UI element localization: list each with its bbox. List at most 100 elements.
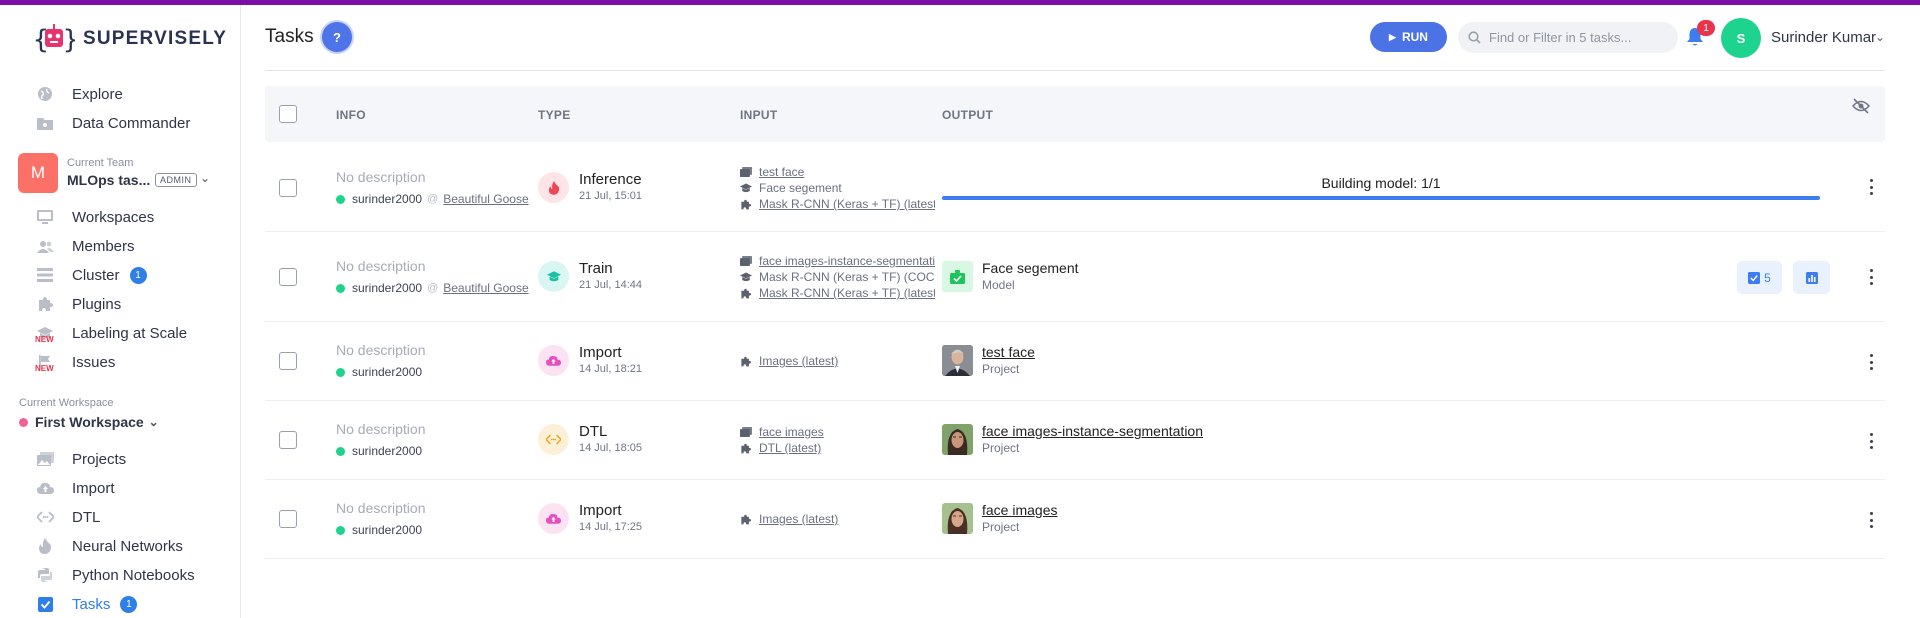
- session-link[interactable]: Beautiful Goose: [443, 192, 528, 206]
- input-link[interactable]: test face: [759, 165, 804, 179]
- sidebar-item-cluster[interactable]: Cluster 1: [36, 263, 147, 287]
- sidebar-item-tasks[interactable]: Tasks 1: [36, 592, 138, 616]
- search-input[interactable]: [1489, 30, 1659, 45]
- sidebar-item-label: Tasks: [72, 595, 111, 613]
- checkpoints-button[interactable]: 5: [1737, 261, 1782, 294]
- column-header-type[interactable]: TYPE: [538, 108, 571, 122]
- input-link[interactable]: Mask R-CNN (Keras + TF) (latest): [759, 286, 935, 300]
- logo[interactable]: { } SUPERVISELY: [33, 21, 227, 57]
- task-type: Import: [579, 502, 622, 519]
- folder-icon: [36, 114, 54, 132]
- output-link[interactable]: face images: [982, 502, 1057, 518]
- sidebar-item-explore[interactable]: Explore: [36, 82, 123, 106]
- robot-logo-icon: { }: [33, 21, 79, 57]
- input-link[interactable]: face images-instance-segmentation: [759, 254, 935, 268]
- checkbox-icon: [36, 595, 54, 613]
- input-item[interactable]: face images: [740, 424, 935, 440]
- code-icon: [538, 424, 569, 455]
- more-menu-icon[interactable]: [1868, 512, 1874, 528]
- row-checkbox[interactable]: [279, 510, 297, 528]
- cloud-upload-icon: [538, 503, 569, 534]
- select-all-checkbox[interactable]: [279, 105, 297, 123]
- monitor-icon: [36, 208, 54, 226]
- chart-button[interactable]: [1793, 261, 1830, 294]
- sidebar-item-plugins[interactable]: Plugins: [36, 292, 121, 316]
- more-menu-icon[interactable]: [1868, 433, 1874, 449]
- output-link[interactable]: test face: [982, 344, 1035, 360]
- session-link[interactable]: Beautiful Goose: [443, 281, 528, 295]
- sidebar-item-label: DTL: [72, 508, 101, 526]
- code-icon: [36, 508, 54, 526]
- output-link[interactable]: face images-instance-segmentation: [982, 423, 1203, 439]
- input-item[interactable]: test face: [740, 164, 935, 180]
- flag-icon: NEW: [35, 353, 54, 373]
- input-item[interactable]: Mask R-CNN (Keras + TF) (latest): [740, 285, 935, 301]
- run-button[interactable]: ▶ RUN: [1370, 22, 1447, 52]
- search-box[interactable]: [1458, 22, 1678, 53]
- user-name[interactable]: Surinder Kumar: [1771, 29, 1876, 46]
- input-link[interactable]: Images (latest): [759, 512, 838, 526]
- graduation-cap-icon: [538, 261, 569, 292]
- sidebar-item-projects[interactable]: Projects: [36, 447, 126, 471]
- more-menu-icon[interactable]: [1868, 179, 1874, 195]
- checkpoints-count: 5: [1764, 270, 1771, 285]
- notification-badge: 1: [1697, 20, 1715, 36]
- build-progress: Building model: 1/1: [942, 143, 1820, 232]
- chevron-down-icon[interactable]: ⌄: [1875, 30, 1885, 44]
- output-type: Project: [982, 520, 1020, 534]
- sidebar-item-labeling-at-scale[interactable]: NEW Labeling at Scale: [35, 321, 187, 345]
- row-checkbox[interactable]: [279, 352, 297, 370]
- cloud-upload-icon: [538, 345, 569, 376]
- fire-icon: [538, 172, 569, 203]
- user-name: surinder2000: [352, 444, 423, 458]
- sidebar-item-label: Import: [72, 479, 115, 497]
- input-item: Face segement: [740, 180, 935, 196]
- team-switcher[interactable]: M Current Team MLOps tas... ADMIN ⌄: [18, 153, 238, 195]
- task-description: No description: [336, 500, 426, 516]
- column-header-input[interactable]: INPUT: [740, 108, 778, 122]
- sidebar-item-import[interactable]: Import: [36, 476, 115, 500]
- workspace-switcher[interactable]: First Workspace ⌄: [19, 414, 159, 430]
- new-tag: NEW: [35, 335, 54, 344]
- status-dot: [336, 367, 345, 377]
- row-checkbox[interactable]: [279, 179, 297, 197]
- sidebar-item-data-commander[interactable]: Data Commander: [36, 111, 190, 135]
- avatar[interactable]: S: [1721, 18, 1761, 58]
- project-thumbnail: [942, 424, 973, 455]
- table-row[interactable]: No description surinder2000 Import 14 Ju…: [265, 323, 1885, 401]
- column-header-output[interactable]: OUTPUT: [942, 108, 993, 122]
- hide-columns-icon[interactable]: [1851, 98, 1872, 118]
- sidebar-item-workspaces[interactable]: Workspaces: [36, 205, 154, 229]
- row-checkbox[interactable]: [279, 431, 297, 449]
- column-header-info[interactable]: INFO: [336, 108, 366, 122]
- sidebar-item-members[interactable]: Members: [36, 234, 135, 258]
- more-menu-icon[interactable]: [1868, 354, 1874, 370]
- task-inputs: Images (latest): [740, 353, 935, 369]
- checkbox-icon: [1748, 271, 1761, 284]
- input-link[interactable]: Mask R-CNN (Keras + TF) (latest): [759, 197, 935, 211]
- input-item[interactable]: Mask R-CNN (Keras + TF) (latest): [740, 196, 935, 212]
- images-icon: [36, 450, 54, 468]
- input-item[interactable]: Images (latest): [740, 511, 935, 527]
- sidebar-item-neural-networks[interactable]: Neural Networks: [36, 534, 183, 558]
- user-name: surinder2000: [352, 523, 423, 537]
- input-link[interactable]: Images (latest): [759, 354, 838, 368]
- status-dot: [336, 446, 345, 456]
- input-item[interactable]: face images-instance-segmentation: [740, 253, 935, 269]
- table-row[interactable]: No description surinder2000 @ Beautiful …: [265, 233, 1885, 322]
- table-row[interactable]: No description surinder2000 Import 14 Ju…: [265, 481, 1885, 559]
- help-button[interactable]: ?: [322, 22, 352, 52]
- sidebar-item-label: Neural Networks: [72, 537, 183, 555]
- sidebar-item-dtl[interactable]: DTL: [36, 505, 100, 529]
- input-item[interactable]: Images (latest): [740, 353, 935, 369]
- sidebar-item-issues[interactable]: NEW Issues: [35, 350, 115, 374]
- sidebar-item-python-notebooks[interactable]: Python Notebooks: [36, 563, 195, 587]
- table-row[interactable]: No description surinder2000 DTL 14 Jul, …: [265, 402, 1885, 480]
- task-type: DTL: [579, 423, 608, 440]
- input-link[interactable]: DTL (latest): [759, 441, 821, 455]
- input-item[interactable]: DTL (latest): [740, 440, 935, 456]
- row-checkbox[interactable]: [279, 268, 297, 286]
- more-menu-icon[interactable]: [1868, 269, 1874, 285]
- table-row[interactable]: No description surinder2000 @ Beautiful …: [265, 143, 1885, 232]
- input-link[interactable]: face images: [759, 425, 824, 439]
